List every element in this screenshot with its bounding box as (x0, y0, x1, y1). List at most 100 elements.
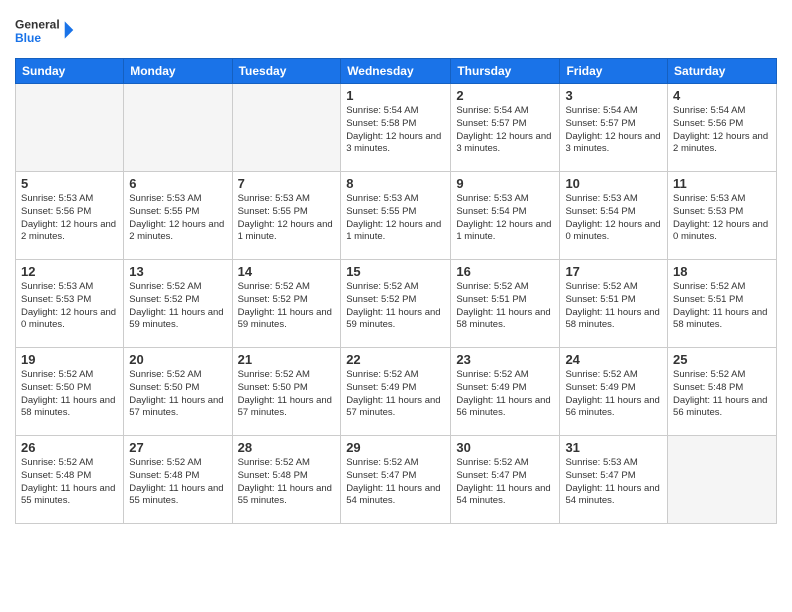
weekday-saturday: Saturday (668, 59, 777, 84)
day-info: Sunrise: 5:53 AM Sunset: 5:55 PM Dayligh… (238, 193, 336, 244)
day-number: 12 (21, 264, 118, 279)
calendar-cell: 12 Sunrise: 5:53 AM Sunset: 5:53 PM Dayli… (16, 260, 124, 348)
calendar-cell: 26Sunrise: 5:52 AM Sunset: 5:48 PM Dayli… (16, 436, 124, 524)
weekday-tuesday: Tuesday (232, 59, 341, 84)
week-row-1: 1Sunrise: 5:54 AM Sunset: 5:58 PM Daylig… (16, 84, 777, 172)
calendar-cell: 22 Sunrise: 5:52 AM Sunset: 5:49 PM Dayli… (341, 348, 451, 436)
logo: General Blue (15, 10, 75, 50)
day-number: 2 (456, 88, 554, 103)
day-number: 15 (346, 264, 445, 279)
calendar-cell: 27 Sunrise: 5:52 AM Sunset: 5:48 PM Dayli… (124, 436, 232, 524)
day-number: 24 (565, 352, 662, 367)
day-number: 31 (565, 440, 662, 455)
weekday-sunday: Sunday (16, 59, 124, 84)
day-info: Sunrise: 5:52 AM Sunset: 5:47 PM Dayligh… (456, 457, 554, 508)
calendar-cell: 23 Sunrise: 5:52 AM Sunset: 5:49 PM Dayli… (451, 348, 560, 436)
calendar-cell: 10 Sunrise: 5:53 AM Sunset: 5:54 PM Dayli… (560, 172, 668, 260)
day-number: 4 (673, 88, 771, 103)
day-number: 25 (673, 352, 771, 367)
calendar-cell: 19Sunrise: 5:52 AM Sunset: 5:50 PM Dayli… (16, 348, 124, 436)
calendar-cell: 15Sunrise: 5:52 AM Sunset: 5:52 PM Dayli… (341, 260, 451, 348)
day-number: 6 (129, 176, 226, 191)
day-info: Sunrise: 5:54 AM Sunset: 5:56 PM Dayligh… (673, 105, 771, 156)
calendar-cell (16, 84, 124, 172)
logo-svg: General Blue (15, 10, 75, 50)
day-number: 8 (346, 176, 445, 191)
day-info: Sunrise: 5:52 AM Sunset: 5:52 PM Dayligh… (129, 281, 226, 332)
day-info: Sunrise: 5:52 AM Sunset: 5:49 PM Dayligh… (565, 369, 662, 420)
calendar-cell: 24 Sunrise: 5:52 AM Sunset: 5:49 PM Dayli… (560, 348, 668, 436)
svg-text:General: General (15, 17, 60, 31)
svg-text:Blue: Blue (15, 31, 41, 45)
week-row-5: 26Sunrise: 5:52 AM Sunset: 5:48 PM Dayli… (16, 436, 777, 524)
calendar-cell: 6 Sunrise: 5:53 AM Sunset: 5:55 PM Daylig… (124, 172, 232, 260)
day-info: Sunrise: 5:52 AM Sunset: 5:49 PM Dayligh… (346, 369, 445, 420)
day-number: 10 (565, 176, 662, 191)
calendar-cell: 17 Sunrise: 5:52 AM Sunset: 5:51 PM Dayli… (560, 260, 668, 348)
day-info: Sunrise: 5:52 AM Sunset: 5:47 PM Dayligh… (346, 457, 445, 508)
calendar-cell: 30 Sunrise: 5:52 AM Sunset: 5:47 PM Dayli… (451, 436, 560, 524)
day-info: Sunrise: 5:52 AM Sunset: 5:52 PM Dayligh… (238, 281, 336, 332)
calendar-cell: 14 Sunrise: 5:52 AM Sunset: 5:52 PM Dayli… (232, 260, 341, 348)
day-number: 14 (238, 264, 336, 279)
day-number: 3 (565, 88, 662, 103)
calendar-cell: 4 Sunrise: 5:54 AM Sunset: 5:56 PM Daylig… (668, 84, 777, 172)
day-number: 5 (21, 176, 118, 191)
day-number: 18 (673, 264, 771, 279)
day-info: Sunrise: 5:53 AM Sunset: 5:54 PM Dayligh… (565, 193, 662, 244)
weekday-thursday: Thursday (451, 59, 560, 84)
header: General Blue (15, 10, 777, 50)
day-info: Sunrise: 5:52 AM Sunset: 5:51 PM Dayligh… (565, 281, 662, 332)
day-number: 27 (129, 440, 226, 455)
day-number: 17 (565, 264, 662, 279)
day-info: Sunrise: 5:52 AM Sunset: 5:50 PM Dayligh… (129, 369, 226, 420)
calendar-cell: 5 Sunrise: 5:53 AM Sunset: 5:56 PM Daylig… (16, 172, 124, 260)
calendar-cell: 21Sunrise: 5:52 AM Sunset: 5:50 PM Dayli… (232, 348, 341, 436)
day-info: Sunrise: 5:52 AM Sunset: 5:50 PM Dayligh… (238, 369, 336, 420)
day-info: Sunrise: 5:52 AM Sunset: 5:48 PM Dayligh… (21, 457, 118, 508)
day-info: Sunrise: 5:53 AM Sunset: 5:55 PM Dayligh… (129, 193, 226, 244)
day-number: 13 (129, 264, 226, 279)
day-number: 23 (456, 352, 554, 367)
page: General Blue SundayMondayTuesdayWednesda… (0, 0, 792, 612)
calendar-header-row: SundayMondayTuesdayWednesdayThursdayFrid… (16, 59, 777, 84)
day-number: 29 (346, 440, 445, 455)
day-info: Sunrise: 5:52 AM Sunset: 5:48 PM Dayligh… (238, 457, 336, 508)
calendar-cell: 25 Sunrise: 5:52 AM Sunset: 5:48 PM Dayli… (668, 348, 777, 436)
day-info: Sunrise: 5:52 AM Sunset: 5:49 PM Dayligh… (456, 369, 554, 420)
week-row-4: 19 Sunrise: 5:52 AM Sunset: 5:50 PM Dayli… (16, 348, 777, 436)
calendar-cell: 29 Sunrise: 5:52 AM Sunset: 5:47 PM Dayli… (341, 436, 451, 524)
weekday-monday: Monday (124, 59, 232, 84)
calendar-cell (232, 84, 341, 172)
day-info: Sunrise: 5:53 AM Sunset: 5:53 PM Dayligh… (21, 281, 118, 332)
weekday-friday: Friday (560, 59, 668, 84)
day-info: Sunrise: 5:54 AM Sunset: 5:58 PM Dayligh… (346, 105, 445, 156)
day-number: 16 (456, 264, 554, 279)
calendar-cell: 1Sunrise: 5:54 AM Sunset: 5:58 PM Daylig… (341, 84, 451, 172)
day-number: 7 (238, 176, 336, 191)
day-number: 11 (673, 176, 771, 191)
calendar-cell (668, 436, 777, 524)
day-number: 19 (21, 352, 118, 367)
day-info: Sunrise: 5:53 AM Sunset: 5:54 PM Dayligh… (456, 193, 554, 244)
calendar-cell: 2Sunrise: 5:54 AM Sunset: 5:57 PM Daylig… (451, 84, 560, 172)
calendar-cell: 16 Sunrise: 5:52 AM Sunset: 5:51 PM Dayli… (451, 260, 560, 348)
week-row-2: 5 Sunrise: 5:53 AM Sunset: 5:56 PM Daylig… (16, 172, 777, 260)
day-number: 20 (129, 352, 226, 367)
calendar-cell: 31Sunrise: 5:53 AM Sunset: 5:47 PM Dayli… (560, 436, 668, 524)
day-info: Sunrise: 5:52 AM Sunset: 5:51 PM Dayligh… (456, 281, 554, 332)
calendar-cell: 13 Sunrise: 5:52 AM Sunset: 5:52 PM Dayli… (124, 260, 232, 348)
day-info: Sunrise: 5:52 AM Sunset: 5:48 PM Dayligh… (129, 457, 226, 508)
calendar-cell: 28Sunrise: 5:52 AM Sunset: 5:48 PM Dayli… (232, 436, 341, 524)
day-number: 30 (456, 440, 554, 455)
day-info: Sunrise: 5:53 AM Sunset: 5:53 PM Dayligh… (673, 193, 771, 244)
day-info: Sunrise: 5:52 AM Sunset: 5:51 PM Dayligh… (673, 281, 771, 332)
calendar-cell: 8Sunrise: 5:53 AM Sunset: 5:55 PM Daylig… (341, 172, 451, 260)
calendar-cell: 18 Sunrise: 5:52 AM Sunset: 5:51 PM Dayli… (668, 260, 777, 348)
calendar-cell: 7 Sunrise: 5:53 AM Sunset: 5:55 PM Daylig… (232, 172, 341, 260)
day-info: Sunrise: 5:53 AM Sunset: 5:56 PM Dayligh… (21, 193, 118, 244)
day-number: 22 (346, 352, 445, 367)
day-info: Sunrise: 5:52 AM Sunset: 5:48 PM Dayligh… (673, 369, 771, 420)
calendar-cell (124, 84, 232, 172)
calendar-cell: 20 Sunrise: 5:52 AM Sunset: 5:50 PM Dayli… (124, 348, 232, 436)
